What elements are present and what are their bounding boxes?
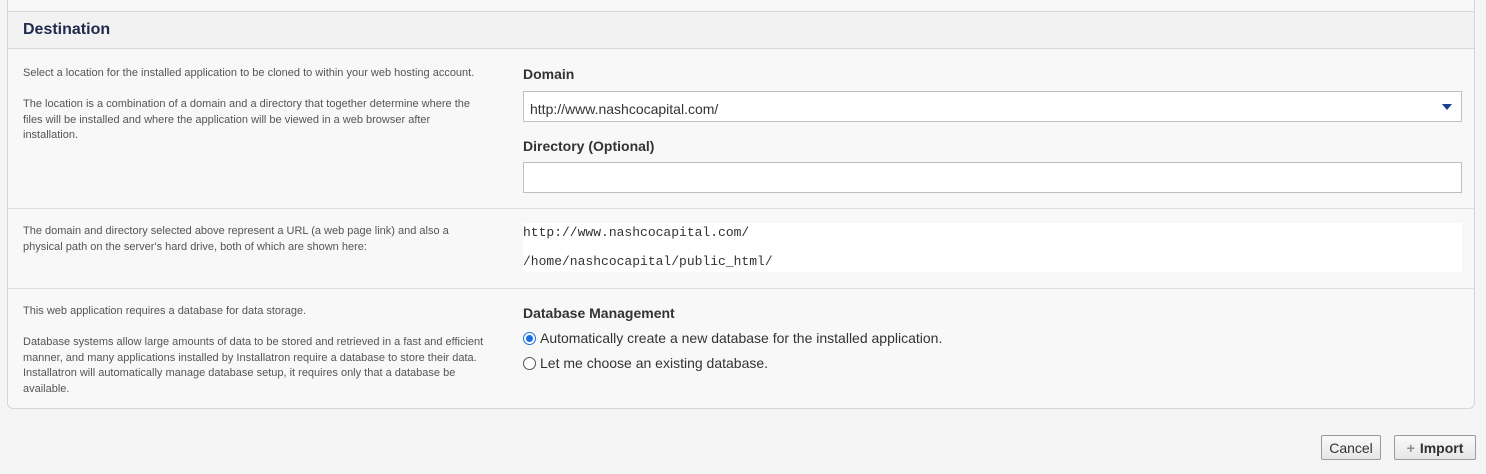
database-desc-p2: Database systems allow large amounts of … [23, 336, 484, 395]
radio-button-checked[interactable] [523, 331, 536, 345]
database-desc-p1: This web application requires a database… [23, 305, 307, 317]
cancel-label: Cancel [1329, 439, 1373, 456]
panel-header: Destination [8, 11, 1474, 49]
directory-label: Directory (Optional) [523, 138, 655, 154]
domain-select[interactable]: http://www.nashcocapital.com/ [523, 91, 1462, 122]
path-display: http://www.nashcocapital.com/ /home/nash… [523, 223, 1462, 272]
radio-button[interactable] [523, 356, 536, 370]
chevron-down-icon [1442, 104, 1452, 110]
divider [8, 288, 1474, 289]
cancel-button[interactable]: Cancel [1321, 435, 1381, 460]
location-description: Select a location for the installed appl… [23, 66, 485, 159]
directory-input[interactable] [523, 162, 1462, 193]
paths-desc: The domain and directory selected above … [23, 225, 449, 253]
panel-title: Destination [23, 21, 111, 38]
divider [8, 208, 1474, 209]
radio-auto-database[interactable]: Automatically create a new database for … [523, 330, 942, 346]
import-label: Import [1419, 439, 1464, 456]
location-desc-p2: The location is a combination of a domai… [23, 98, 470, 141]
database-management-label: Database Management [523, 305, 675, 321]
paths-description: The domain and directory selected above … [23, 224, 485, 271]
import-button[interactable]: + Import [1394, 435, 1476, 460]
domain-select-value: http://www.nashcocapital.com/ [530, 101, 719, 117]
destination-panel: Destination Select a location for the in… [7, 0, 1475, 409]
radio-auto-label: Automatically create a new database for … [540, 330, 943, 346]
plus-icon: + [1406, 439, 1415, 456]
database-description: This web application requires a database… [23, 304, 485, 413]
location-desc-p1: Select a location for the installed appl… [23, 67, 475, 79]
path-text: /home/nashcocapital/public_html/ [523, 254, 773, 269]
radio-existing-database[interactable]: Let me choose an existing database. [523, 355, 768, 371]
radio-existing-label: Let me choose an existing database. [540, 355, 769, 371]
url-text: http://www.nashcocapital.com/ [523, 225, 750, 240]
domain-label: Domain [523, 66, 575, 82]
